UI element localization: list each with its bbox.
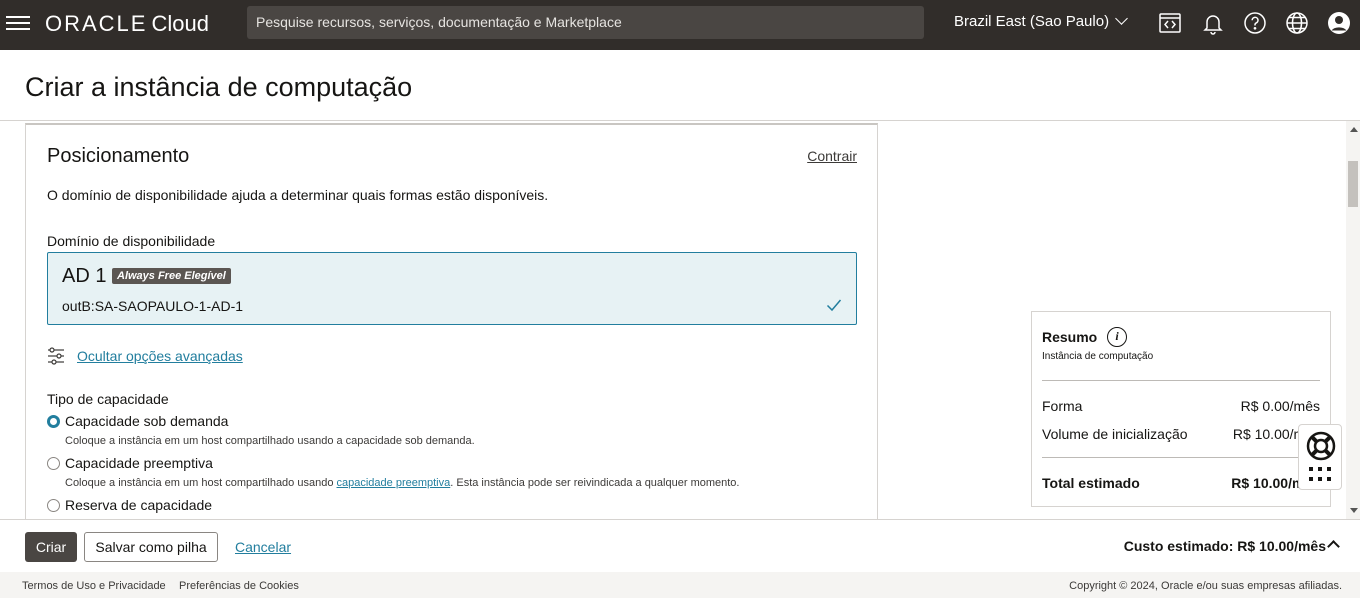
chevron-down-icon: [1115, 12, 1128, 25]
ad-identifier: outB:SA-SAOPAULO-1-AD-1: [62, 298, 244, 314]
summary-title: Resumo: [1042, 329, 1098, 345]
divider: [1042, 380, 1320, 381]
oracle-cloud-logo[interactable]: ORACLE Cloud: [45, 11, 209, 37]
page-title: Criar a instância de computação: [25, 72, 413, 102]
logo-cloud: Cloud: [151, 11, 209, 36]
radio-button-selected[interactable]: [47, 414, 60, 428]
code-editor-icon[interactable]: [1158, 11, 1182, 35]
radio-help-text: Coloque a instância em um host compartil…: [65, 477, 739, 489]
save-as-stack-button[interactable]: Salvar como pilha: [84, 532, 218, 562]
region-selector[interactable]: Brazil East (Sao Paulo): [954, 12, 1128, 30]
create-button[interactable]: Criar: [25, 532, 77, 562]
scroll-up-arrow[interactable]: [1350, 127, 1358, 132]
globe-icon[interactable]: [1285, 11, 1309, 35]
scroll-thumb[interactable]: [1348, 161, 1358, 207]
capacity-type-label: Tipo de capacidade: [47, 391, 169, 407]
total-label: Total estimado: [1042, 475, 1140, 491]
advanced-options-toggle[interactable]: Ocultar opções avançadas: [47, 347, 243, 365]
cookie-preferences-link[interactable]: Preferências de Cookies: [179, 580, 299, 592]
search-input[interactable]: Pesquise recursos, serviços, documentaçã…: [247, 6, 924, 39]
radio-button[interactable]: [47, 498, 60, 512]
info-icon[interactable]: i: [1107, 327, 1127, 347]
radio-button[interactable]: [47, 456, 60, 470]
help-widget[interactable]: [1298, 424, 1342, 490]
radio-on-demand[interactable]: Capacidade sob demanda: [47, 413, 228, 429]
radio-label: Capacidade preemptiva: [65, 455, 213, 471]
global-header: ORACLE Cloud Pesquise recursos, serviços,…: [0, 0, 1360, 50]
estimated-cost[interactable]: Custo estimado: R$ 10.00/mês: [1124, 538, 1326, 554]
divider: [1042, 457, 1320, 458]
action-bar: Criar Salvar como pilha Cancelar Custo e…: [0, 519, 1360, 572]
main-content: Posicionamento Contrair O domínio de dis…: [0, 121, 1346, 519]
sliders-icon: [48, 347, 64, 365]
check-icon: [826, 299, 842, 312]
summary-row-total: Total estimado R$ 10.00/mês: [1042, 475, 1320, 491]
radio-capacity-reservation[interactable]: Reserva de capacidade: [47, 497, 212, 513]
row-label: Volume de inicialização: [1042, 426, 1188, 442]
ad-name: AD 1: [62, 265, 107, 287]
summary-row-shape: Forma R$ 0.00/mês: [1042, 398, 1320, 414]
chevron-up-icon[interactable]: [1327, 540, 1340, 553]
help-text-pre: Coloque a instância em um host compartil…: [65, 477, 337, 489]
apps-grid-icon: [1309, 467, 1333, 483]
scrollbar[interactable]: [1346, 121, 1360, 519]
region-label: Brazil East (Sao Paulo): [954, 13, 1110, 30]
radio-help-text: Coloque a instância em um host compartil…: [65, 435, 475, 447]
footer: Termos de Uso e Privacidade Preferências…: [0, 572, 1360, 598]
copyright: Copyright © 2024, Oracle e/ou suas empre…: [1069, 580, 1342, 592]
radio-preemptible[interactable]: Capacidade preemptiva: [47, 455, 213, 471]
row-label: Forma: [1042, 398, 1083, 414]
summary-panel: Resumo i Instância de computação Forma R…: [1031, 311, 1331, 507]
bell-icon[interactable]: [1201, 11, 1225, 35]
help-icon[interactable]: [1243, 11, 1267, 35]
summary-row-boot-volume: Volume de inicialização R$ 10.00/mês: [1042, 426, 1320, 442]
user-icon[interactable]: [1327, 11, 1351, 35]
placement-section: Posicionamento Contrair O domínio de dis…: [25, 123, 878, 519]
preemptible-capacity-link[interactable]: capacidade preemptiva: [337, 477, 451, 489]
radio-label: Reserva de capacidade: [65, 497, 213, 513]
availability-domain-card[interactable]: AD 1 Always Free Elegível outB:SA-SAOPAU…: [47, 252, 857, 325]
summary-subtitle: Instância de computação: [1042, 351, 1154, 362]
always-free-badge: Always Free Elegível: [112, 268, 231, 284]
radio-label: Capacidade sob demanda: [65, 413, 229, 429]
logo-oracle: ORACLE: [45, 11, 148, 36]
cancel-link[interactable]: Cancelar: [235, 539, 291, 555]
scroll-down-arrow[interactable]: [1350, 508, 1358, 513]
hamburger-icon[interactable]: [6, 13, 30, 33]
advanced-options-link: Ocultar opções avançadas: [77, 348, 243, 364]
section-title: Posicionamento: [47, 145, 190, 167]
terms-link[interactable]: Termos de Uso e Privacidade: [22, 580, 166, 592]
page-header: Criar a instância de computação: [0, 50, 1360, 121]
row-value: R$ 0.00/mês: [1240, 398, 1320, 414]
lifebuoy-icon: [1306, 431, 1336, 461]
availability-domain-label: Domínio de disponibilidade: [47, 233, 216, 249]
help-text-post: . Esta instância pode ser reivindicada a…: [450, 477, 740, 489]
section-description: O domínio de disponibilidade ajuda a det…: [47, 187, 549, 203]
collapse-link[interactable]: Contrair: [807, 148, 857, 164]
